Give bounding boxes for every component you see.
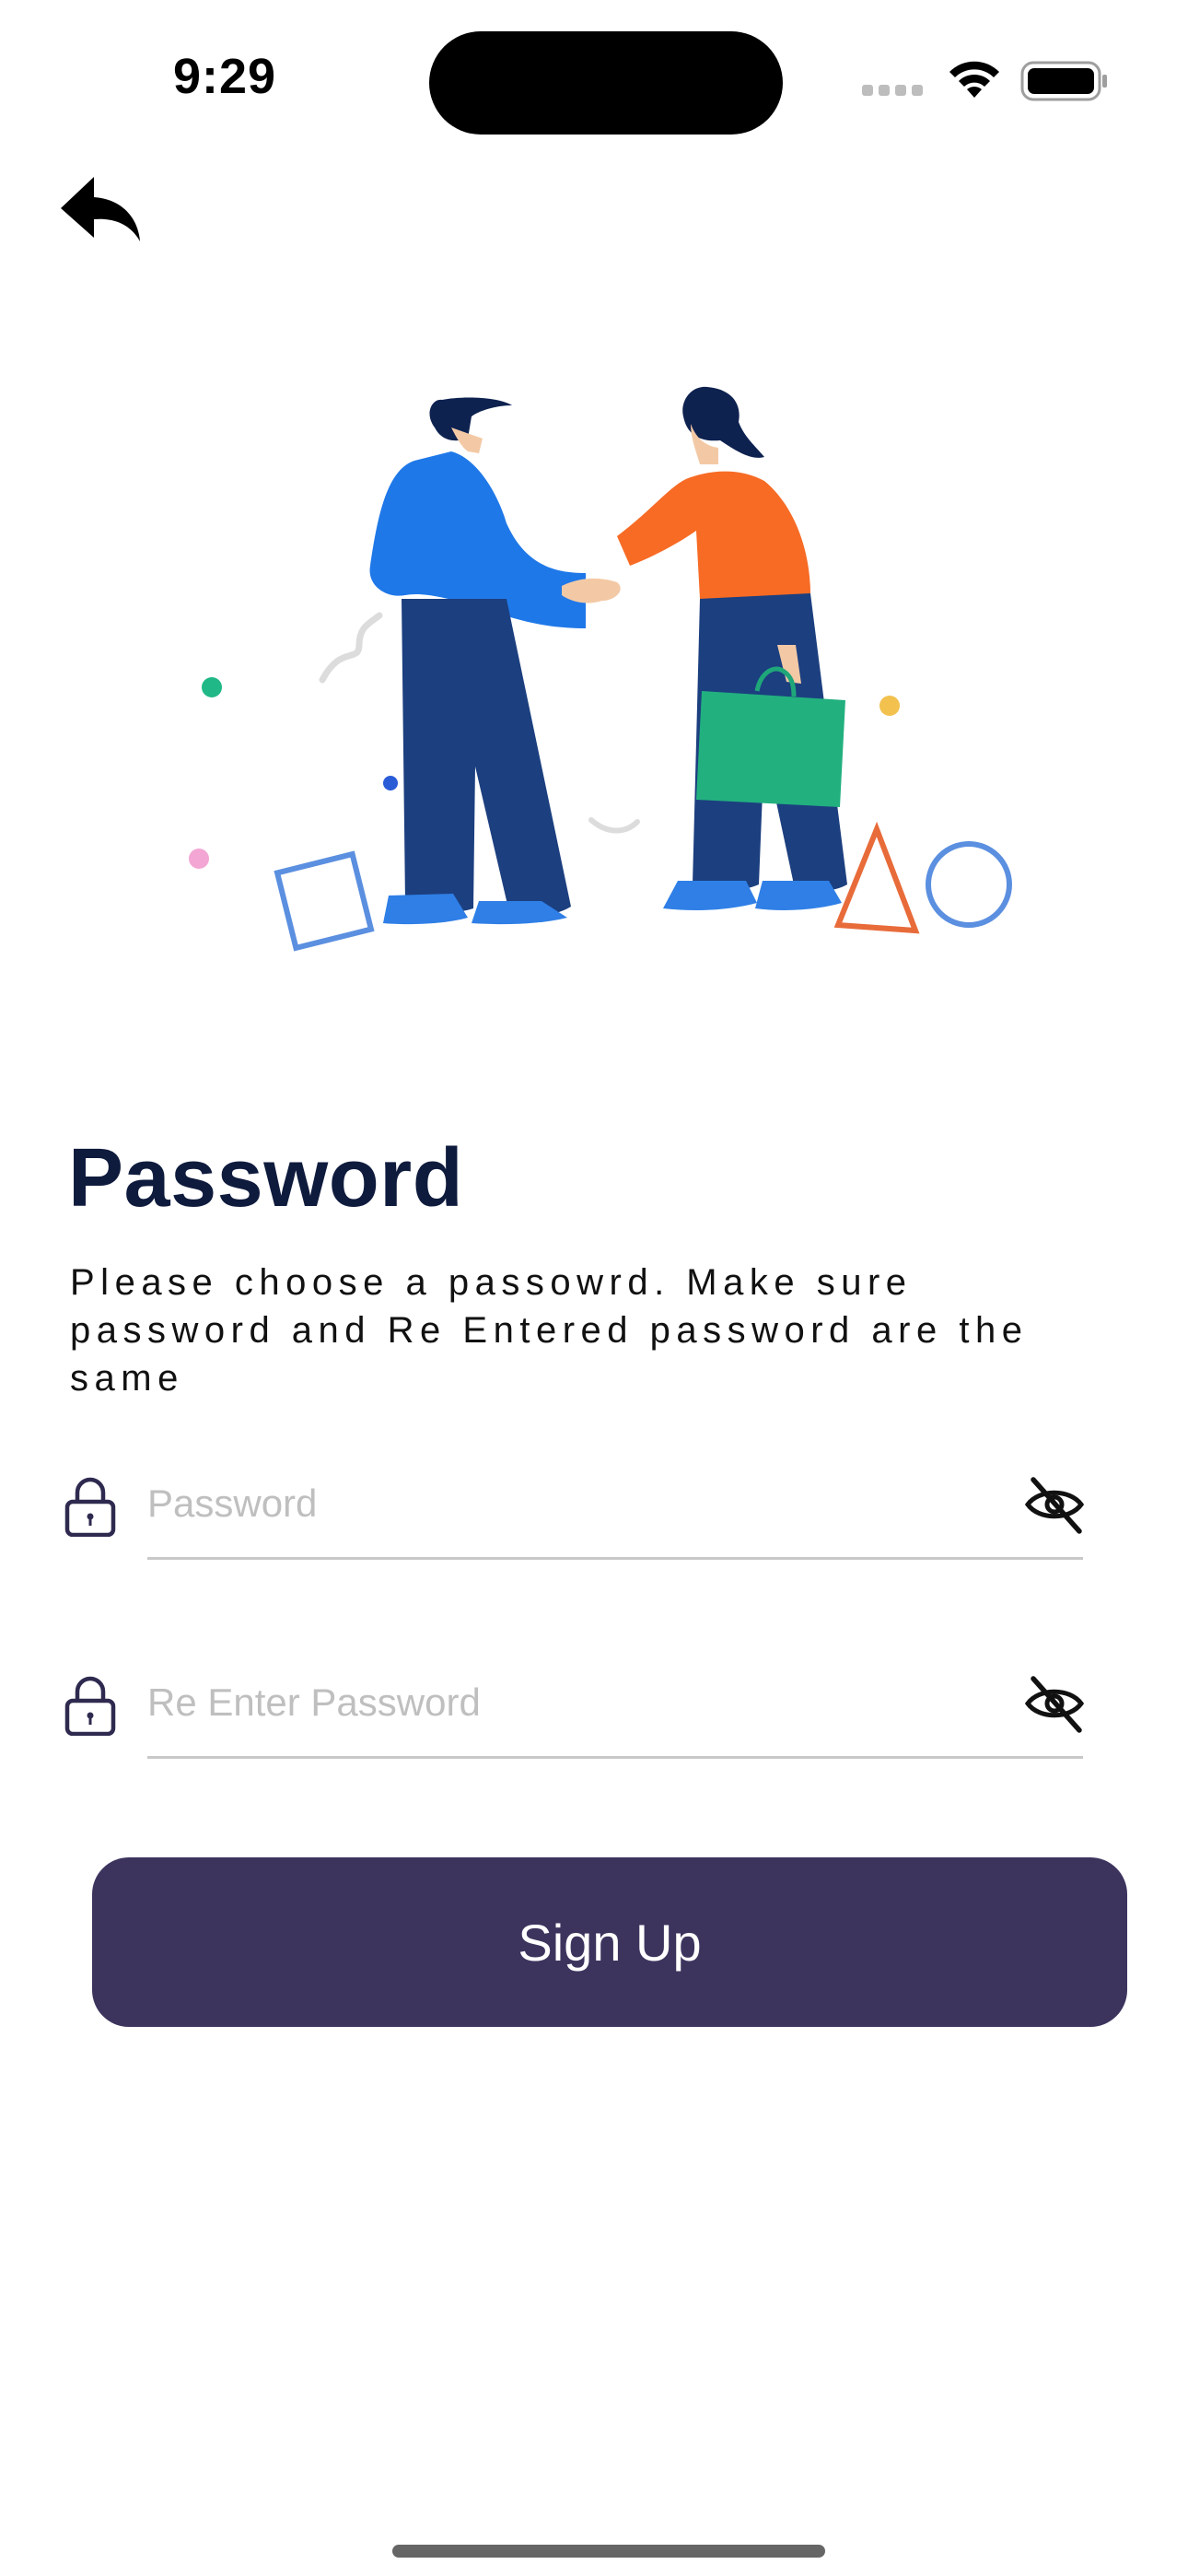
page-subtitle: Please choose a passowrd. Make sure pass… (70, 1262, 1029, 1399)
reenter-password-underline (147, 1756, 1083, 1759)
sign-up-button[interactable]: Sign Up (92, 1857, 1127, 2027)
wifi-icon (949, 61, 999, 98)
lock-icon (64, 1477, 116, 1537)
password-input[interactable] (147, 1458, 976, 1550)
page-title: Password (68, 1132, 464, 1224)
password-field-row (64, 1452, 1087, 1572)
reenter-password-field-row (64, 1651, 1087, 1771)
home-indicator (392, 2545, 825, 2558)
dynamic-island (429, 31, 783, 135)
lock-icon (64, 1676, 116, 1736)
eye-slash-icon[interactable] (1022, 1472, 1087, 1537)
cellular-signal-icon (862, 85, 926, 98)
status-time: 9:29 (173, 49, 277, 104)
eye-slash-icon[interactable] (1022, 1671, 1087, 1736)
back-button[interactable] (57, 171, 146, 260)
password-underline (147, 1557, 1083, 1560)
battery-icon (1020, 61, 1107, 101)
sign-up-label: Sign Up (518, 1913, 702, 1972)
reenter-password-input[interactable] (147, 1657, 976, 1749)
handshake-illustration (189, 386, 1012, 952)
